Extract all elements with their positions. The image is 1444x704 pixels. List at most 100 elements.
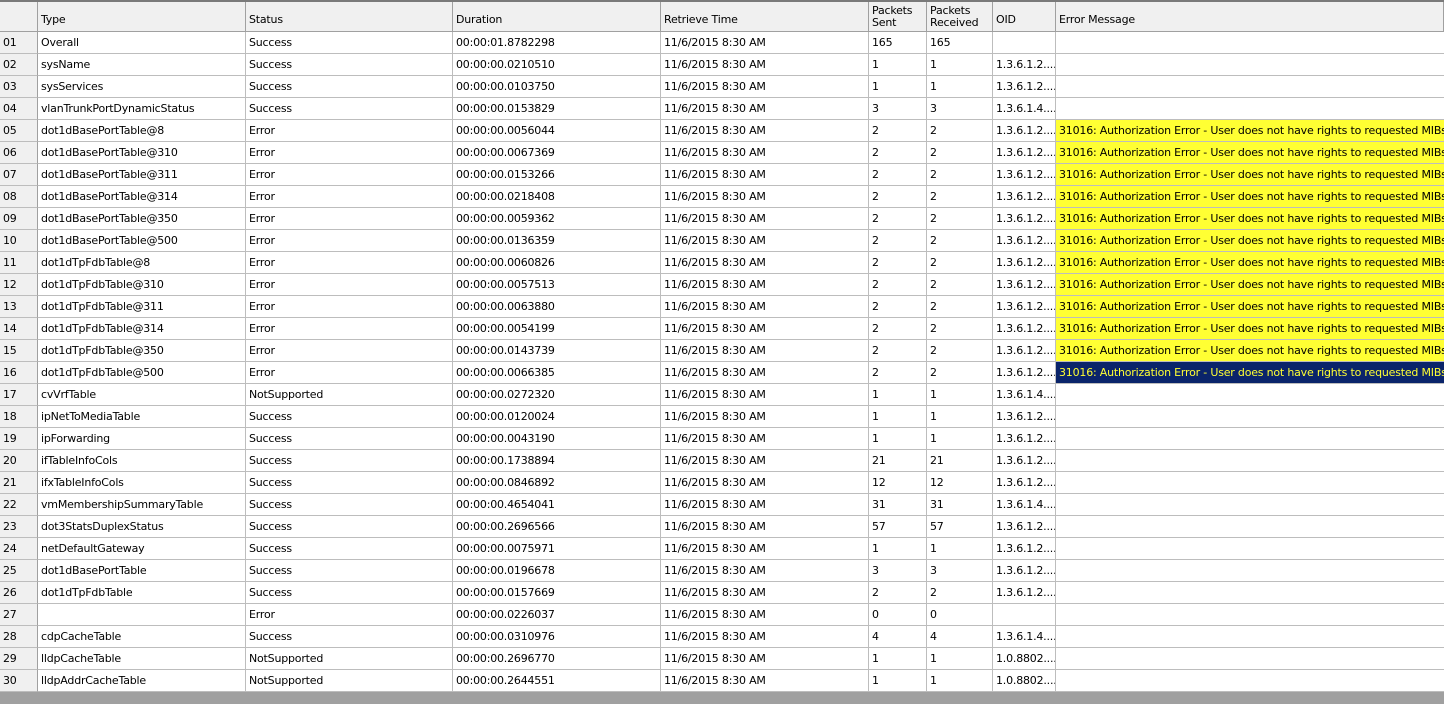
cell-packets-sent[interactable]: 1 — [869, 384, 927, 406]
cell-error-message[interactable] — [1056, 538, 1444, 560]
cell-status[interactable]: Success — [246, 582, 453, 604]
cell-retrieve-time[interactable]: 11/6/2015 8:30 AM — [661, 164, 869, 186]
cell-retrieve-time[interactable]: 11/6/2015 8:30 AM — [661, 76, 869, 98]
cell-status[interactable]: Success — [246, 538, 453, 560]
cell-type[interactable]: dot1dBasePortTable@350 — [38, 208, 246, 230]
cell-error-message[interactable] — [1056, 428, 1444, 450]
cell-oid[interactable]: 1.0.8802.... — [993, 670, 1056, 692]
cell-packets-received[interactable]: 31 — [927, 494, 993, 516]
cell-packets-received[interactable]: 3 — [927, 560, 993, 582]
row-number[interactable]: 04 — [0, 98, 38, 120]
cell-type[interactable]: dot1dBasePortTable@500 — [38, 230, 246, 252]
cell-packets-sent[interactable]: 2 — [869, 208, 927, 230]
row-number[interactable]: 16 — [0, 362, 38, 384]
cell-error-message[interactable] — [1056, 516, 1444, 538]
cell-status[interactable]: NotSupported — [246, 648, 453, 670]
cell-retrieve-time[interactable]: 11/6/2015 8:30 AM — [661, 472, 869, 494]
cell-duration[interactable]: 00:00:01.8782298 — [453, 32, 661, 54]
cell-type[interactable]: ifTableInfoCols — [38, 450, 246, 472]
row-number[interactable]: 07 — [0, 164, 38, 186]
cell-retrieve-time[interactable]: 11/6/2015 8:30 AM — [661, 186, 869, 208]
cell-duration[interactable]: 00:00:00.0218408 — [453, 186, 661, 208]
row-number[interactable]: 10 — [0, 230, 38, 252]
header-error-message[interactable]: Error Message — [1056, 2, 1444, 32]
cell-duration[interactable]: 00:00:00.2696566 — [453, 516, 661, 538]
cell-packets-received[interactable]: 1 — [927, 406, 993, 428]
row-number[interactable]: 23 — [0, 516, 38, 538]
cell-oid[interactable]: 1.3.6.1.2.... — [993, 362, 1056, 384]
cell-packets-received[interactable]: 1 — [927, 54, 993, 76]
table-row[interactable]: 02 sysName Success 00:00:00.0210510 11/6/201… — [0, 54, 1444, 76]
row-number[interactable]: 29 — [0, 648, 38, 670]
cell-packets-received[interactable]: 21 — [927, 450, 993, 472]
table-row[interactable]: 18 ipNetToMediaTable Success 00:00:00.01200… — [0, 406, 1444, 428]
cell-error-message[interactable]: 31016: Authorization Error - User does n… — [1056, 340, 1444, 362]
cell-status[interactable]: Success — [246, 98, 453, 120]
cell-packets-received[interactable]: 2 — [927, 274, 993, 296]
cell-status[interactable]: Success — [246, 54, 453, 76]
cell-packets-received[interactable]: 2 — [927, 230, 993, 252]
header-duration[interactable]: Duration — [453, 2, 661, 32]
table-row[interactable]: 23 dot3StatsDuplexStatus Success 00:00:00.2… — [0, 516, 1444, 538]
cell-duration[interactable]: 00:00:00.0103750 — [453, 76, 661, 98]
row-number[interactable]: 15 — [0, 340, 38, 362]
cell-packets-sent[interactable]: 1 — [869, 670, 927, 692]
scrollbar-area[interactable] — [0, 692, 1444, 704]
cell-retrieve-time[interactable]: 11/6/2015 8:30 AM — [661, 626, 869, 648]
header-retrieve-time[interactable]: Retrieve Time — [661, 2, 869, 32]
table-row[interactable]: 30 lldpAddrCacheTable NotSupported 00:00:00… — [0, 670, 1444, 692]
cell-duration[interactable]: 00:00:00.0136359 — [453, 230, 661, 252]
cell-retrieve-time[interactable]: 11/6/2015 8:30 AM — [661, 604, 869, 626]
cell-packets-received[interactable]: 2 — [927, 296, 993, 318]
cell-packets-sent[interactable]: 0 — [869, 604, 927, 626]
cell-error-message[interactable] — [1056, 54, 1444, 76]
cell-status[interactable]: Success — [246, 516, 453, 538]
cell-error-message[interactable] — [1056, 560, 1444, 582]
cell-status[interactable]: Error — [246, 186, 453, 208]
cell-type[interactable]: sysName — [38, 54, 246, 76]
table-row[interactable]: 28 cdpCacheTable Success 00:00:00.0310976 11… — [0, 626, 1444, 648]
cell-packets-received[interactable]: 1 — [927, 76, 993, 98]
cell-retrieve-time[interactable]: 11/6/2015 8:30 AM — [661, 32, 869, 54]
table-row[interactable]: 04 vlanTrunkPortDynamicStatus Success 00:00… — [0, 98, 1444, 120]
cell-status[interactable]: NotSupported — [246, 384, 453, 406]
cell-packets-sent[interactable]: 1 — [869, 428, 927, 450]
cell-oid[interactable]: 1.3.6.1.2.... — [993, 252, 1056, 274]
cell-packets-received[interactable]: 57 — [927, 516, 993, 538]
cell-duration[interactable]: 00:00:00.0063880 — [453, 296, 661, 318]
cell-retrieve-time[interactable]: 11/6/2015 8:30 AM — [661, 648, 869, 670]
cell-duration[interactable]: 00:00:00.0059362 — [453, 208, 661, 230]
cell-error-message[interactable] — [1056, 494, 1444, 516]
cell-packets-received[interactable]: 1 — [927, 670, 993, 692]
cell-type[interactable]: ipForwarding — [38, 428, 246, 450]
cell-status[interactable]: Error — [246, 296, 453, 318]
cell-oid[interactable]: 1.3.6.1.4.... — [993, 494, 1056, 516]
row-number[interactable]: 05 — [0, 120, 38, 142]
cell-error-message[interactable] — [1056, 604, 1444, 626]
cell-error-message[interactable]: 31016: Authorization Error - User does n… — [1056, 208, 1444, 230]
cell-status[interactable]: Error — [246, 274, 453, 296]
cell-packets-sent[interactable]: 1 — [869, 538, 927, 560]
cell-error-message[interactable] — [1056, 450, 1444, 472]
cell-oid[interactable]: 1.3.6.1.2.... — [993, 274, 1056, 296]
cell-error-message[interactable] — [1056, 626, 1444, 648]
table-row[interactable]: 17 cvVrfTable NotSupported 00:00:00.0272320… — [0, 384, 1444, 406]
cell-type[interactable] — [38, 604, 246, 626]
cell-retrieve-time[interactable]: 11/6/2015 8:30 AM — [661, 274, 869, 296]
cell-packets-received[interactable]: 3 — [927, 98, 993, 120]
cell-duration[interactable]: 00:00:00.4654041 — [453, 494, 661, 516]
header-oid[interactable]: OID — [993, 2, 1056, 32]
table-row[interactable]: 26 dot1dTpFdbTable Success 00:00:00.0157669… — [0, 582, 1444, 604]
cell-type[interactable]: ipNetToMediaTable — [38, 406, 246, 428]
cell-status[interactable]: Error — [246, 230, 453, 252]
cell-duration[interactable]: 00:00:00.0210510 — [453, 54, 661, 76]
cell-packets-sent[interactable]: 2 — [869, 340, 927, 362]
cell-status[interactable]: Error — [246, 340, 453, 362]
header-type[interactable]: Type — [38, 2, 246, 32]
cell-duration[interactable]: 00:00:00.2644551 — [453, 670, 661, 692]
row-number[interactable]: 03 — [0, 76, 38, 98]
cell-type[interactable]: dot1dBasePortTable@8 — [38, 120, 246, 142]
cell-duration[interactable]: 00:00:00.0196678 — [453, 560, 661, 582]
table-row[interactable]: 06 dot1dBasePortTable@310 Error 00:00:00.00… — [0, 142, 1444, 164]
table-row[interactable]: 22 vmMembershipSummaryTable Success 00:00:0… — [0, 494, 1444, 516]
